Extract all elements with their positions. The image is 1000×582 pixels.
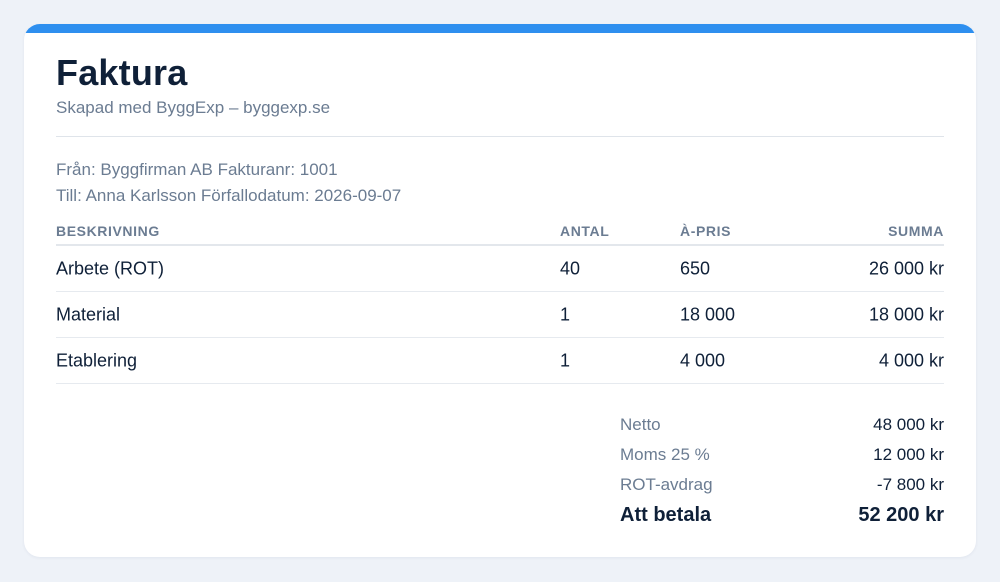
cell-unit-price: 650 <box>680 258 711 278</box>
cell-quantity: 40 <box>560 258 581 278</box>
totals-row-vat: Moms 25 % 12 000 kr <box>620 443 944 473</box>
table-header: BESKRIVNING ANTAL À-PRIS SUMMA <box>56 220 944 246</box>
cell-description: Arbete (ROT) <box>56 258 165 278</box>
vat-value: 12 000 kr <box>873 445 944 464</box>
invoice-card: Faktura Skapad med ByggExp – byggexp.se … <box>24 24 976 557</box>
header-sum: SUMMA <box>888 223 944 239</box>
net-label: Netto <box>620 415 661 434</box>
amount-due-value: 52 200 kr <box>858 504 944 526</box>
totals-block: Netto 48 000 kr Moms 25 % 12 000 kr ROT-… <box>620 413 944 533</box>
invoice-subtitle: Skapad med ByggExp – byggexp.se <box>56 98 331 117</box>
table-row: Etablering 1 4 000 4 000 kr <box>56 338 944 384</box>
cell-quantity: 1 <box>560 350 571 370</box>
cell-unit-price: 4 000 <box>680 350 726 370</box>
header-divider <box>56 136 944 137</box>
table-row: Arbete (ROT) 40 650 26 000 kr <box>56 246 944 292</box>
accent-bar <box>24 24 976 33</box>
cell-sum: 18 000 kr <box>868 304 944 324</box>
invoice-title: Faktura <box>56 52 188 93</box>
recipient-info: Till: Anna Karlsson Förfallodatum: 2026-… <box>56 186 402 205</box>
header-unit-price: À-PRIS <box>680 223 732 239</box>
cell-description: Material <box>56 304 121 324</box>
cell-sum: 4 000 kr <box>878 350 944 370</box>
sender-info: Från: Byggfirman AB Fakturanr: 1001 <box>56 160 338 179</box>
cell-unit-price: 18 000 <box>680 304 736 324</box>
cell-quantity: 1 <box>560 304 571 324</box>
vat-label: Moms 25 % <box>620 445 710 464</box>
rot-deduction-label: ROT-avdrag <box>620 475 713 494</box>
amount-due-label: Att betala <box>620 504 712 526</box>
table-row: Material 1 18 000 18 000 kr <box>56 292 944 338</box>
header-quantity: ANTAL <box>560 223 610 239</box>
totals-row-amount-due: Att betala 52 200 kr <box>620 503 944 533</box>
line-items-table: BESKRIVNING ANTAL À-PRIS SUMMA Arbete (R… <box>56 220 944 384</box>
net-value: 48 000 kr <box>873 415 944 434</box>
totals-row-net: Netto 48 000 kr <box>620 413 944 443</box>
cell-description: Etablering <box>56 350 138 370</box>
rot-deduction-value: -7 800 kr <box>876 475 944 494</box>
header-description: BESKRIVNING <box>56 223 160 239</box>
totals-row-rot: ROT-avdrag -7 800 kr <box>620 473 944 503</box>
cell-sum: 26 000 kr <box>868 258 944 278</box>
